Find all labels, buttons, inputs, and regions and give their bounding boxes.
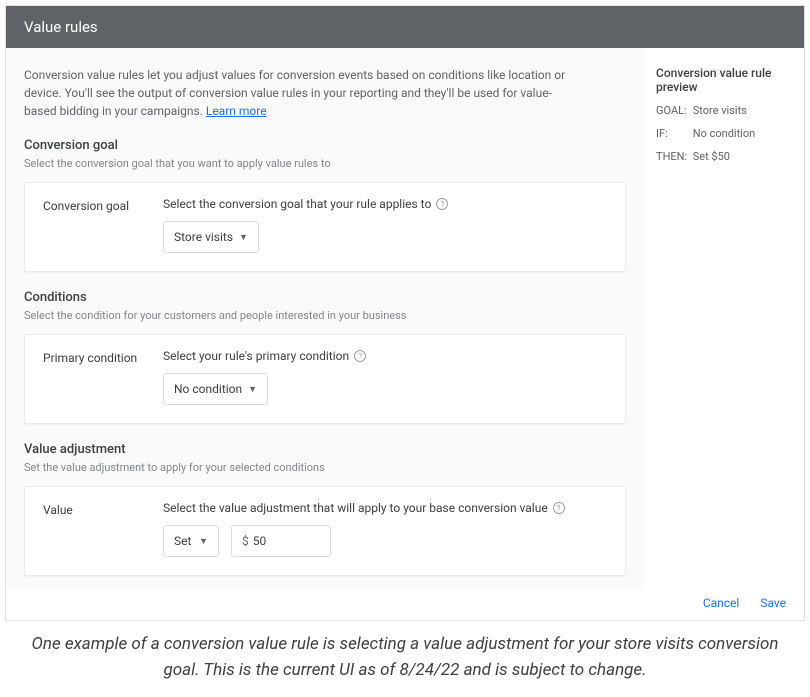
goal-field-label: Select the conversion goal that your rul…	[163, 197, 607, 211]
conditions-field-label: Select your rule's primary condition ?	[163, 349, 607, 363]
header-bar: Value rules	[6, 6, 804, 48]
preview-title: Conversion value rule preview	[656, 66, 792, 94]
value-section-sub: Set the value adjustment to apply for yo…	[24, 461, 626, 474]
condition-dropdown-value: No condition	[174, 382, 242, 396]
goal-section-sub: Select the conversion goal that you want…	[24, 157, 626, 170]
conditions-section-sub: Select the condition for your customers …	[24, 309, 626, 322]
value-card: Value Select the value adjustment that w…	[24, 486, 626, 576]
caret-down-icon: ▼	[199, 536, 208, 547]
help-icon[interactable]: ?	[354, 350, 366, 362]
goal-section-title: Conversion goal	[24, 138, 626, 153]
caret-down-icon: ▼	[248, 384, 257, 395]
conditions-section-title: Conditions	[24, 290, 626, 305]
value-amount: 50	[253, 534, 267, 548]
intro-text: Conversion value rules let you adjust va…	[24, 66, 584, 120]
conditions-card: Primary condition Select your rule's pri…	[24, 334, 626, 424]
preview-goal-line: GOAL: Store visits	[656, 104, 792, 117]
value-amount-input[interactable]: $50	[231, 525, 331, 557]
goal-dropdown-value: Store visits	[174, 230, 233, 244]
footer-actions: Cancel Save	[6, 590, 804, 620]
preview-panel: Conversion value rule preview GOAL: Stor…	[644, 48, 804, 590]
learn-more-link[interactable]: Learn more	[206, 104, 267, 118]
preview-then-line: THEN: Set $50	[656, 150, 792, 163]
conditions-row-label: Primary condition	[43, 349, 163, 405]
preview-goal-value: Store visits	[693, 104, 747, 117]
value-op-dropdown[interactable]: Set ▼	[163, 525, 219, 557]
cancel-button[interactable]: Cancel	[703, 596, 740, 610]
preview-goal-label: GOAL:	[656, 104, 690, 117]
save-button[interactable]: Save	[760, 596, 786, 610]
content-area: Conversion value rules let you adjust va…	[6, 48, 804, 590]
preview-if-label: IF:	[656, 127, 690, 140]
intro-body: Conversion value rules let you adjust va…	[24, 68, 565, 118]
currency-symbol: $	[242, 534, 249, 548]
goal-dropdown[interactable]: Store visits ▼	[163, 221, 259, 253]
window: Value rules Conversion value rules let y…	[5, 5, 805, 621]
goal-field-text: Select the conversion goal that your rul…	[163, 197, 431, 211]
preview-then-label: THEN:	[656, 150, 690, 163]
preview-if-line: IF: No condition	[656, 127, 792, 140]
help-icon[interactable]: ?	[436, 198, 448, 210]
goal-row-label: Conversion goal	[43, 197, 163, 253]
conditions-card-body: Select your rule's primary condition ? N…	[163, 349, 607, 405]
value-section-title: Value adjustment	[24, 442, 626, 457]
help-icon[interactable]: ?	[553, 502, 565, 514]
goal-card-body: Select the conversion goal that your rul…	[163, 197, 607, 253]
figure-caption: One example of a conversion value rule i…	[0, 626, 810, 697]
value-input-row: Set ▼ $50	[163, 525, 607, 557]
caret-down-icon: ▼	[239, 232, 248, 243]
value-field-text: Select the value adjustment that will ap…	[163, 501, 548, 515]
preview-if-value: No condition	[693, 127, 755, 140]
condition-dropdown[interactable]: No condition ▼	[163, 373, 268, 405]
value-card-body: Select the value adjustment that will ap…	[163, 501, 607, 557]
value-row-label: Value	[43, 501, 163, 557]
conditions-field-text: Select your rule's primary condition	[163, 349, 349, 363]
main-column: Conversion value rules let you adjust va…	[6, 48, 644, 590]
header-title: Value rules	[24, 18, 98, 36]
goal-card: Conversion goal Select the conversion go…	[24, 182, 626, 272]
value-field-label: Select the value adjustment that will ap…	[163, 501, 607, 515]
value-op-value: Set	[174, 534, 191, 548]
preview-then-value: Set $50	[693, 150, 730, 163]
